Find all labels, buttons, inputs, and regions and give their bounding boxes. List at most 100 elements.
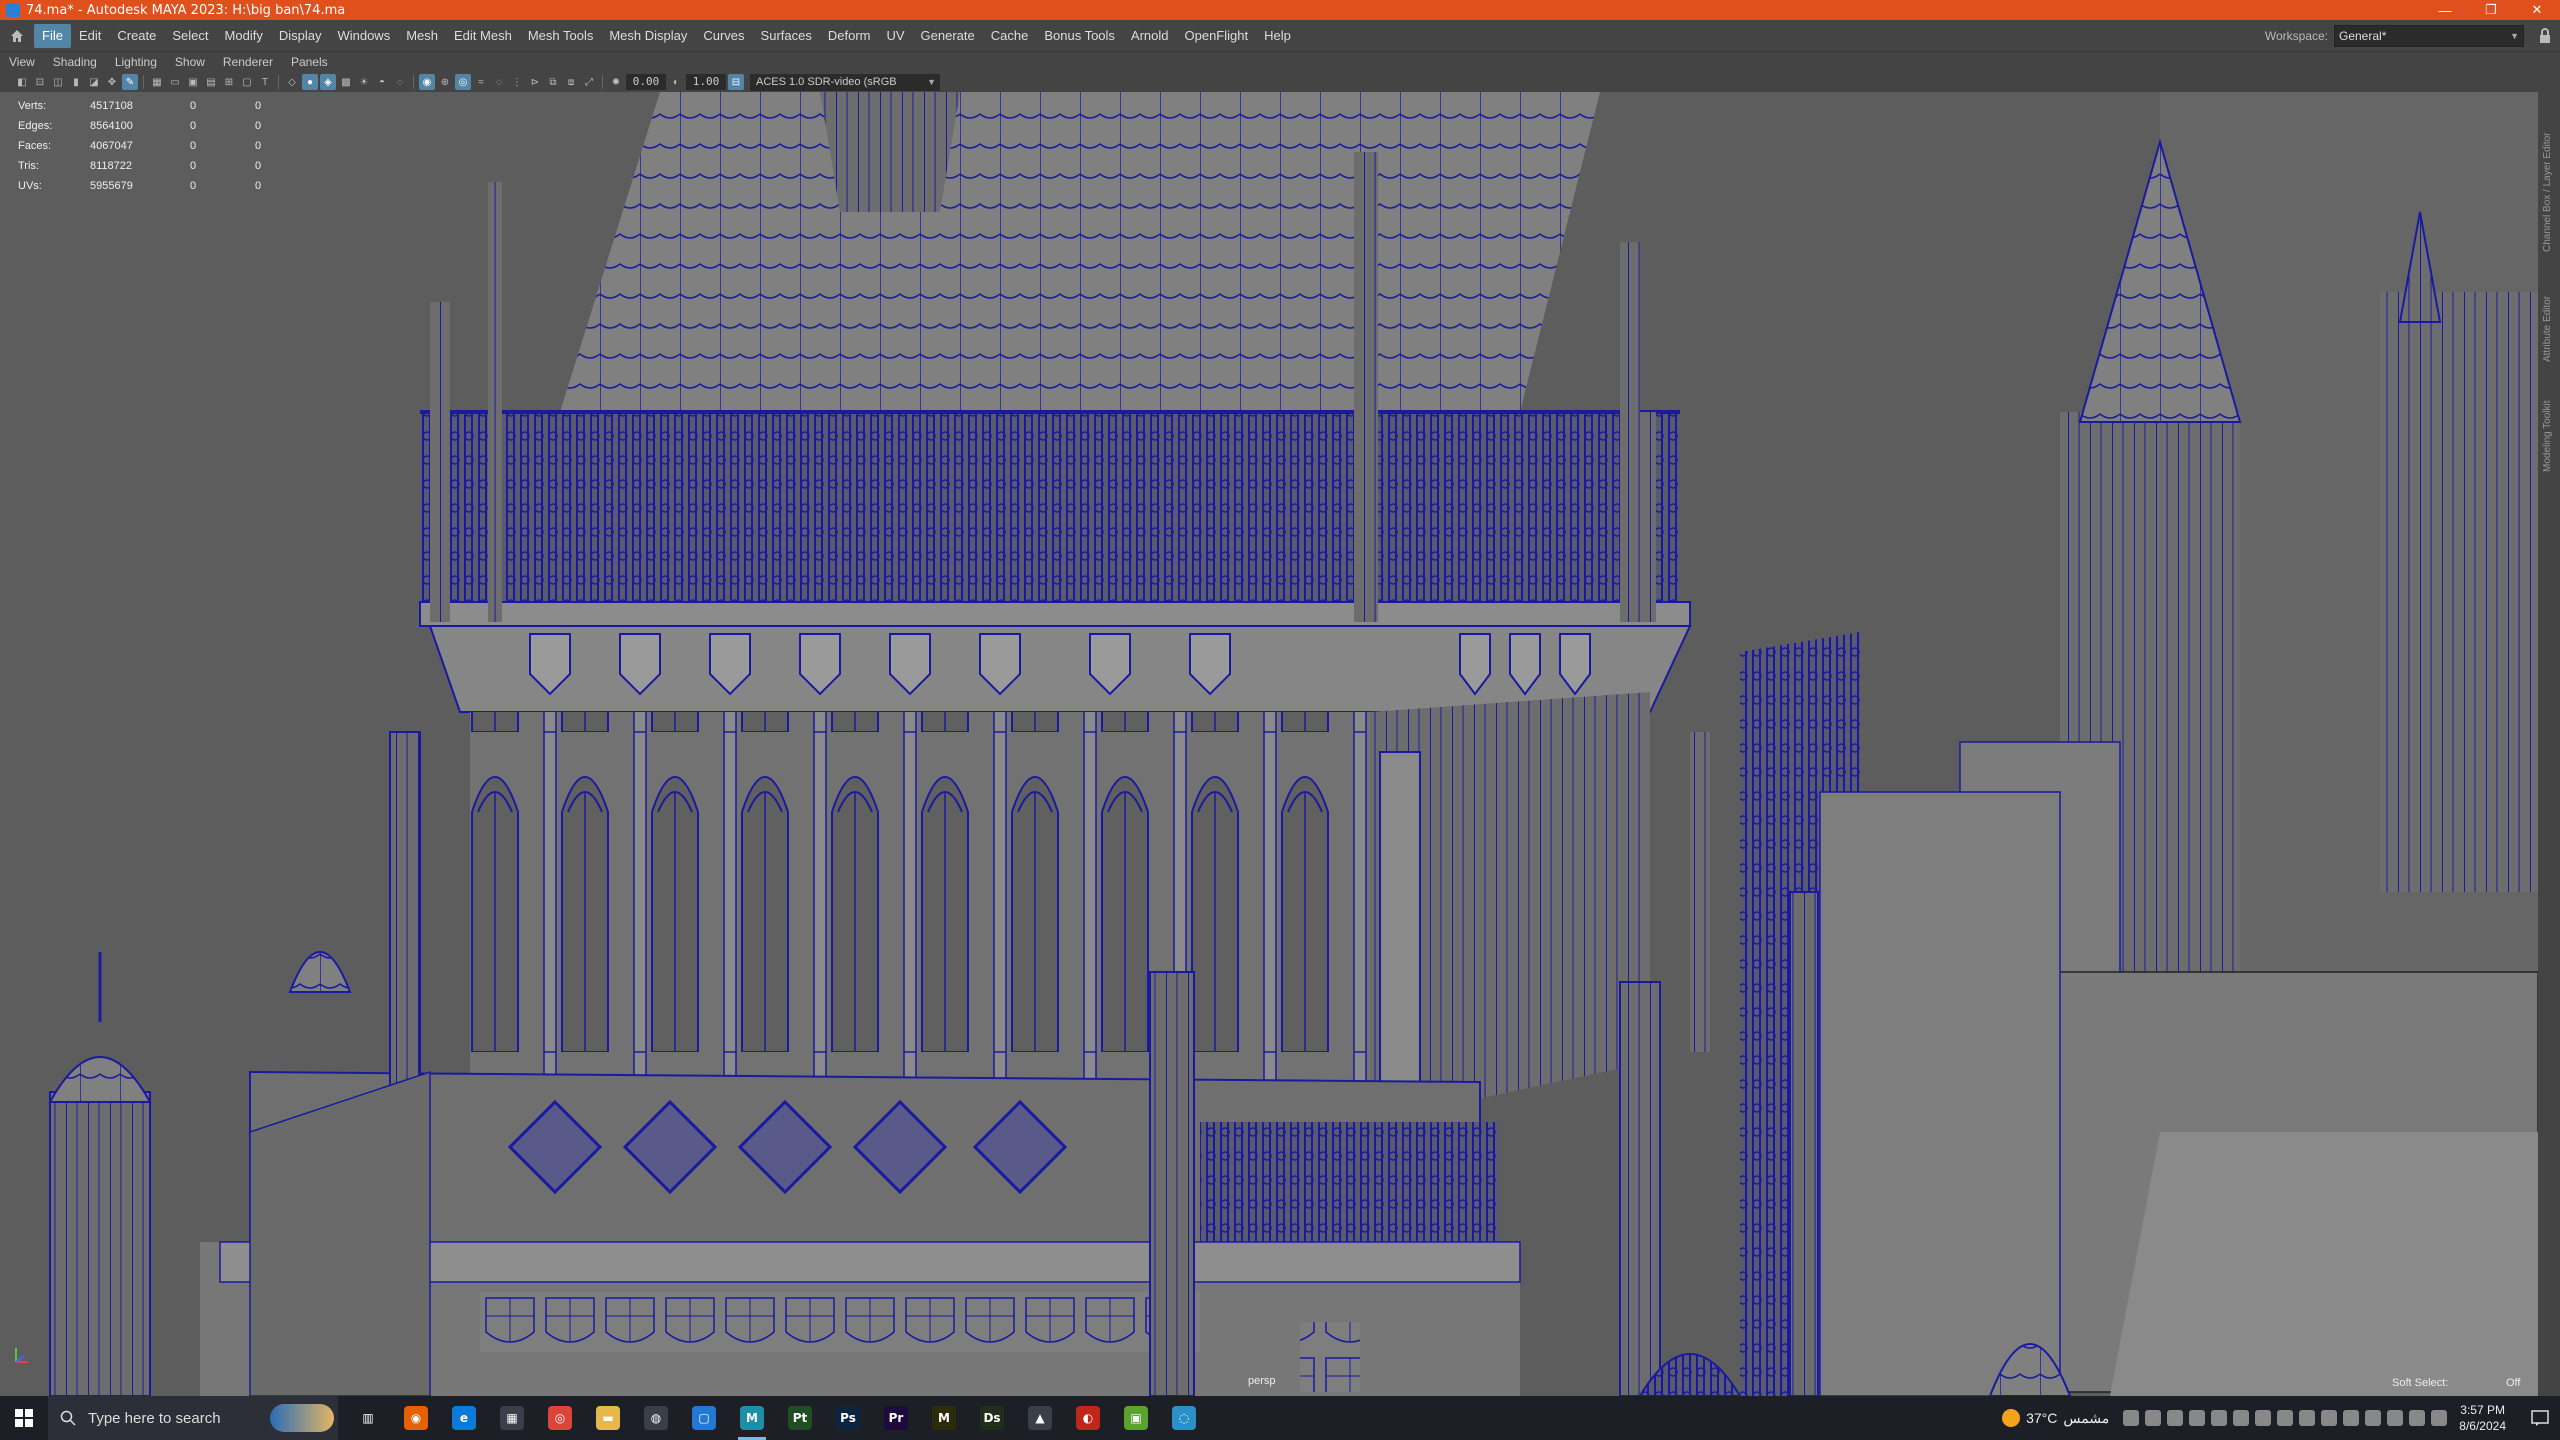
safe-action-icon[interactable]: ▢ [239,74,255,90]
camera-app-taskbar-button[interactable]: ◍ [632,1396,680,1440]
panel-menu-show[interactable]: Show [166,55,214,69]
attribute-editor-tab[interactable]: Attribute Editor [2542,262,2553,362]
menu-display[interactable]: Display [271,24,330,48]
close-icon[interactable]: ✕ [2514,0,2560,20]
two-d-pan-icon[interactable]: ✥ [104,74,120,90]
menu-create[interactable]: Create [109,24,164,48]
app-blue-taskbar-button[interactable]: ▢ [680,1396,728,1440]
tray-app-icon[interactable] [2409,1410,2426,1426]
network-icon[interactable] [2255,1410,2272,1426]
menu-arnold[interactable]: Arnold [1123,24,1177,48]
menu-mesh-tools[interactable]: Mesh Tools [520,24,602,48]
restore-icon[interactable]: ❐ [2468,0,2514,20]
menu-mesh-display[interactable]: Mesh Display [601,24,695,48]
xray-joints-icon[interactable]: ⊕ [437,74,453,90]
panel-menu-lighting[interactable]: Lighting [106,55,166,69]
depth-of-field-icon[interactable]: ⋮ [509,74,525,90]
modeling-toolkit-tab[interactable]: Modeling Toolkit [2542,372,2553,472]
chrome-taskbar-button[interactable]: ◎ [536,1396,584,1440]
notification-icon[interactable] [2520,1396,2560,1440]
gamma-icon[interactable]: ◐ [668,74,684,90]
select-tool-icon[interactable]: ⊳ [527,74,543,90]
channel-box-tab[interactable]: Channel Box / Layer Editor [2542,72,2553,252]
tray-app-icon[interactable] [2145,1410,2162,1426]
menu-mesh[interactable]: Mesh [398,24,446,48]
color-space-dropdown[interactable]: ACES 1.0 SDR-video (sRGB [750,73,940,91]
firefox-taskbar-button[interactable]: ◉ [392,1396,440,1440]
battery-icon[interactable] [2299,1410,2316,1426]
workspace-dropdown[interactable]: General* [2334,25,2524,47]
painter-taskbar-button[interactable]: Pt [776,1396,824,1440]
tray-app-icon[interactable] [2189,1410,2206,1426]
weather-widget[interactable]: 37°C مشمس [2002,1409,2109,1427]
menu-uv[interactable]: UV [878,24,912,48]
panel-menu-panels[interactable]: Panels [282,55,337,69]
xray-icon[interactable]: ◉ [419,74,435,90]
menu-file[interactable]: File [34,23,71,48]
home-icon[interactable] [0,20,34,52]
menu-modify[interactable]: Modify [217,24,271,48]
menu-help[interactable]: Help [1256,24,1299,48]
color-management-icon[interactable]: ⊟ [728,74,744,90]
frame-selected-icon[interactable]: ⧈ [563,74,579,90]
store-taskbar-button[interactable]: ▦ [488,1396,536,1440]
photoshop-taskbar-button[interactable]: Ps [824,1396,872,1440]
ambient-occlusion-icon[interactable]: ◌ [392,74,408,90]
textured-icon[interactable]: ▩ [338,74,354,90]
lock-icon[interactable] [2538,28,2552,44]
frame-icon[interactable]: ⧉ [545,74,561,90]
film-gate-icon[interactable]: ▭ [167,74,183,90]
menu-deform[interactable]: Deform [820,24,879,48]
tray-app-icon[interactable] [2211,1410,2228,1426]
use-all-lights-icon[interactable]: ☀ [356,74,372,90]
app-cyan-taskbar-button[interactable]: ◌ [1160,1396,1208,1440]
marvelous-taskbar-button[interactable]: M [920,1396,968,1440]
task-view-taskbar-button[interactable]: ▥ [344,1396,392,1440]
exposure-field[interactable]: 0.00 [626,74,666,90]
tray-app-icon[interactable] [2321,1410,2338,1426]
designer-taskbar-button[interactable]: Ds [968,1396,1016,1440]
menu-curves[interactable]: Curves [695,24,752,48]
edge-taskbar-button[interactable]: e [440,1396,488,1440]
app-red-taskbar-button[interactable]: ◐ [1064,1396,1112,1440]
lock-camera-icon[interactable]: ⊡ [32,74,48,90]
menu-edit-mesh[interactable]: Edit Mesh [446,24,520,48]
taskbar-clock[interactable]: 3:57 PM 8/6/2024 [2459,1402,2506,1434]
isolate-select-icon[interactable]: ◎ [455,74,471,90]
menu-generate[interactable]: Generate [913,24,983,48]
wireframe-icon[interactable]: ◇ [284,74,300,90]
panel-menu-view[interactable]: View [0,55,44,69]
language-icon[interactable] [2431,1410,2448,1426]
image-plane-icon[interactable]: ◪ [86,74,102,90]
select-camera-icon[interactable]: ◧ [14,74,30,90]
grease-pencil-icon[interactable]: ✎ [122,74,138,90]
windows-start-icon[interactable] [0,1396,48,1440]
exposure-icon[interactable]: ✹ [608,74,624,90]
menu-cache[interactable]: Cache [983,24,1037,48]
tray-app-icon[interactable] [2123,1410,2140,1426]
volume-icon[interactable] [2277,1410,2294,1426]
menu-bonus-tools[interactable]: Bonus Tools [1036,24,1123,48]
menu-edit[interactable]: Edit [71,24,109,48]
maya-taskbar-button[interactable]: M [728,1396,776,1440]
tray-app-icon[interactable] [2167,1410,2184,1426]
app-green-taskbar-button[interactable]: ▣ [1112,1396,1160,1440]
premiere-taskbar-button[interactable]: Pr [872,1396,920,1440]
menu-surfaces[interactable]: Surfaces [753,24,820,48]
panel-menu-shading[interactable]: Shading [44,55,106,69]
gamma-field[interactable]: 1.00 [686,74,726,90]
field-chart-icon[interactable]: ⊞ [221,74,237,90]
maximize-panel-icon[interactable]: ⤢ [581,74,597,90]
tray-app-icon[interactable] [2387,1410,2404,1426]
taskbar-search-box[interactable]: Type here to search [48,1396,338,1440]
panel-menu-renderer[interactable]: Renderer [214,55,282,69]
gate-mask-icon[interactable]: ▤ [203,74,219,90]
viewport-persp[interactable] [0,92,2538,1396]
menu-select[interactable]: Select [164,24,216,48]
file-explorer-taskbar-button[interactable]: ▬ [584,1396,632,1440]
photos-taskbar-button[interactable]: ▲ [1016,1396,1064,1440]
tray-app-icon[interactable] [2233,1410,2250,1426]
resolution-gate-icon[interactable]: ▣ [185,74,201,90]
grid-icon[interactable]: ▦ [149,74,165,90]
bookmark-icon[interactable]: ▮ [68,74,84,90]
